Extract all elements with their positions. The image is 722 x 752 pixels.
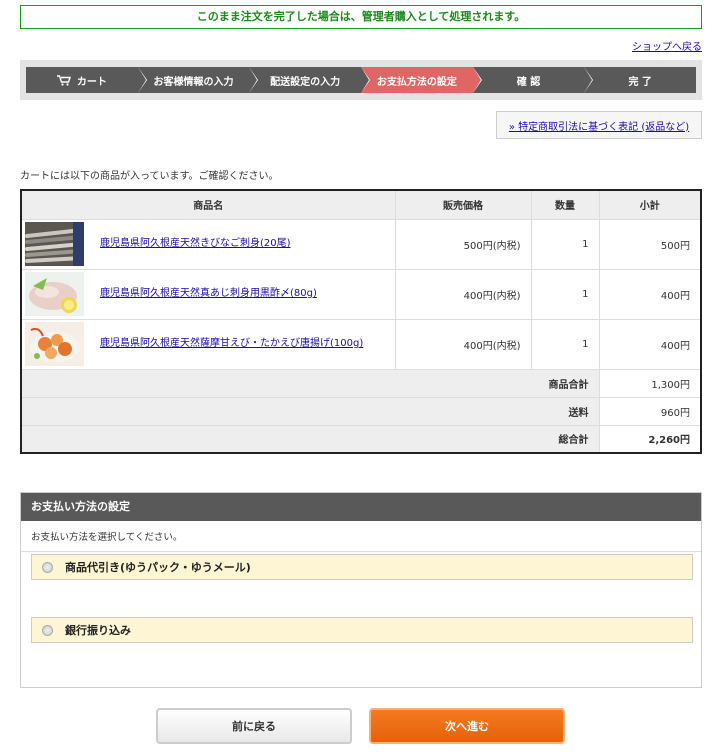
summary-label: 商品合計	[20, 368, 600, 398]
legal-notice-link[interactable]: » 特定商取引法に基づく表記 (返品など)	[509, 118, 689, 133]
back-button[interactable]: 前に戻る	[156, 708, 352, 744]
summary-value: 960円	[598, 396, 702, 426]
summary-row-items-total: 商品合計 1,300円	[20, 368, 702, 398]
header-subtotal: 小計	[598, 189, 702, 220]
payment-option-cod[interactable]: 商品代引き(ゆうパック・ゆうメール)	[31, 554, 693, 580]
next-button[interactable]: 次へ進む	[369, 708, 565, 744]
product-quantity: 1	[530, 268, 600, 320]
payment-description: お支払い方法を選択してください。	[21, 521, 701, 552]
table-header: 商品名 販売価格 数量 小計	[20, 189, 702, 220]
payment-method-section: お支払い方法の設定 お支払い方法を選択してください。 商品代引き(ゆうパック・ゆ…	[20, 492, 702, 688]
cart-icon	[56, 74, 71, 86]
product-link[interactable]: 鹿児島県阿久根産天然真あじ刺身用黒酢〆(80g)	[100, 286, 317, 302]
product-thumbnail[interactable]	[25, 222, 84, 266]
summary-value: 1,300円	[598, 368, 702, 398]
cart-message: カートには以下の商品が入っています。ご確認ください。	[20, 171, 279, 182]
header-product-name: 商品名	[20, 189, 396, 220]
summary-label: 総合計	[20, 424, 600, 454]
admin-purchase-notice: このまま注文を完了した場合は、管理者購入として処理されます。	[20, 5, 702, 29]
step-complete: 完 了	[584, 67, 697, 93]
product-link[interactable]: 鹿児島県阿久根産天然薩摩甘えび・たかえび唐揚げ(100g)	[100, 336, 363, 352]
payment-option-label: 商品代引き(ゆうパック・ゆうメール)	[65, 561, 251, 574]
product-subtotal: 400円	[598, 318, 702, 370]
radio-button[interactable]	[42, 624, 53, 636]
header-price: 販売価格	[394, 189, 532, 220]
step-customer-info: お客様情報の入力	[137, 67, 257, 93]
step-confirm: 確 認	[472, 67, 593, 93]
header-quantity: 数量	[530, 189, 600, 220]
summary-value: 2,260円	[598, 424, 702, 454]
back-to-shop-link[interactable]: ショップへ戻る	[632, 38, 702, 53]
checkout-progress: カート お客様情報の入力 配送設定の入力 お支払方法の設定 確 認 完 了	[20, 60, 702, 100]
product-link[interactable]: 鹿児島県阿久根産天然きびなご刺身(20尾)	[100, 236, 291, 252]
step-label: 完 了	[628, 76, 652, 88]
product-subtotal: 400円	[598, 268, 702, 320]
legal-notice-box: » 特定商取引法に基づく表記 (返品など)	[496, 111, 702, 139]
product-thumbnail[interactable]	[25, 322, 84, 366]
table-row: 鹿児島県阿久根産天然薩摩甘えび・たかえび唐揚げ(100g) 400円(内税) 1…	[20, 318, 702, 370]
product-quantity: 1	[530, 218, 600, 270]
product-price: 400円(内税)	[394, 268, 532, 320]
summary-row-shipping: 送料 960円	[20, 396, 702, 426]
table-row: 鹿児島県阿久根産天然きびなご刺身(20尾) 500円(内税) 1 500円	[20, 218, 702, 270]
payment-option-label: 銀行振り込み	[65, 624, 131, 637]
summary-row-grand-total: 総合計 2,260円	[20, 424, 702, 454]
product-quantity: 1	[530, 318, 600, 370]
step-label: カート	[76, 76, 107, 88]
table-row: 鹿児島県阿久根産天然真あじ刺身用黒酢〆(80g) 400円(内税) 1 400円	[20, 268, 702, 320]
payment-option-bank-transfer[interactable]: 銀行振り込み	[31, 617, 693, 643]
step-label: お支払方法の設定	[376, 76, 457, 88]
cart-table: 商品名 販売価格 数量 小計 鹿児島県阿久根産天然きびなご刺身(20尾) 500…	[20, 189, 702, 454]
step-payment: お支払方法の設定	[361, 67, 481, 93]
summary-label: 送料	[20, 396, 600, 426]
step-label: お客様情報の入力	[153, 76, 234, 88]
step-cart: カート	[26, 67, 146, 93]
radio-button[interactable]	[42, 561, 53, 573]
product-price: 400円(内税)	[394, 318, 532, 370]
step-delivery: 配送設定の入力	[249, 67, 369, 93]
step-label: 確 認	[516, 76, 541, 88]
product-price: 500円(内税)	[394, 218, 532, 270]
step-label: 配送設定の入力	[270, 76, 341, 88]
product-subtotal: 500円	[598, 218, 702, 270]
product-thumbnail[interactable]	[25, 272, 84, 316]
payment-section-title: お支払い方法の設定	[21, 493, 701, 521]
